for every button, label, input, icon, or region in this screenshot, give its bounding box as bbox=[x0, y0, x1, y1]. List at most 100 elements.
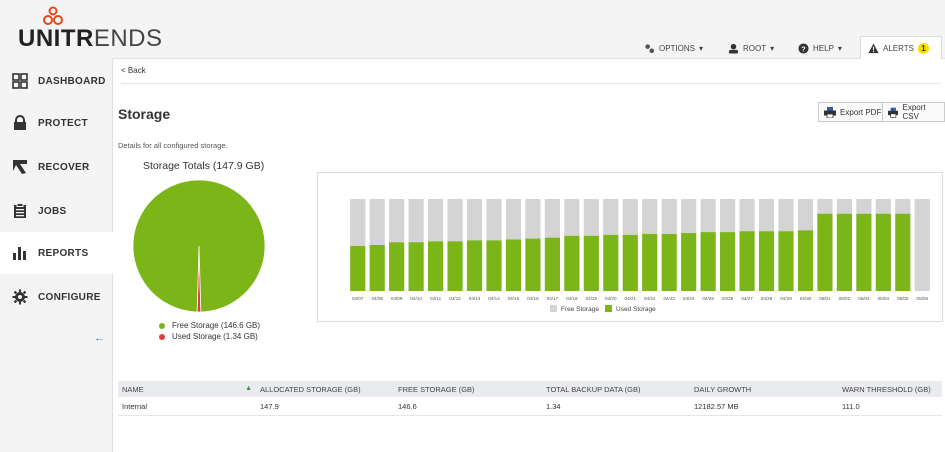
x-tick-label: 04/22 bbox=[644, 296, 656, 301]
cell-free: 146.6 bbox=[394, 397, 542, 416]
bar-used-storage bbox=[369, 245, 385, 291]
sidebar-item-jobs[interactable]: JOBS bbox=[0, 190, 112, 232]
bar-free-storage bbox=[817, 199, 833, 214]
bar-used-storage bbox=[525, 238, 541, 291]
bar-free-storage bbox=[642, 199, 658, 234]
root-user-menu[interactable]: ROOT ▾ bbox=[728, 40, 774, 56]
bar-free-storage bbox=[369, 199, 385, 245]
table-header-row: NAME ▲ ALLOCATED STORAGE (GB) FREE STORAG… bbox=[118, 381, 942, 397]
column-header-free[interactable]: FREE STORAGE (GB) bbox=[394, 381, 542, 397]
divider bbox=[121, 83, 941, 84]
x-tick-label: 05/03 bbox=[858, 296, 870, 301]
legend-swatch-free bbox=[550, 305, 557, 312]
bar-free-storage bbox=[583, 199, 599, 236]
chevron-down-icon: ▾ bbox=[770, 43, 775, 53]
x-tick-label: 04/25 bbox=[702, 296, 714, 301]
bar-free-storage bbox=[836, 199, 852, 214]
column-header-total-backup[interactable]: TOTAL BACKUP DATA (GB) bbox=[542, 381, 690, 397]
user-icon bbox=[728, 43, 739, 54]
column-header-allocated[interactable]: ALLOCATED STORAGE (GB) bbox=[256, 381, 394, 397]
bar-used-storage bbox=[875, 213, 891, 291]
help-label: HELP bbox=[813, 43, 834, 53]
bar-used-storage bbox=[603, 234, 619, 291]
bar-used-storage bbox=[700, 232, 716, 291]
x-tick-label: 04/26 bbox=[722, 296, 734, 301]
pie-legend-item: Used Storage (1.34 GB) bbox=[159, 331, 260, 342]
bar-free-storage bbox=[389, 199, 405, 243]
bar-used-storage bbox=[661, 233, 677, 291]
sidebar-item-protect[interactable]: PROTECT bbox=[0, 102, 112, 144]
sidebar-item-configure[interactable]: CONFIGURE bbox=[0, 276, 112, 318]
bar-free-storage bbox=[564, 199, 580, 236]
x-tick-label: 04/08 bbox=[371, 296, 383, 301]
x-tick-label: 04/13 bbox=[469, 296, 481, 301]
table-row[interactable]: Internal 147.9 146.6 1.34 12182.57 MB 11… bbox=[118, 397, 942, 416]
x-tick-label: 04/16 bbox=[527, 296, 539, 301]
bar-used-storage bbox=[466, 240, 483, 291]
sidebar-item-recover[interactable]: RECOVER bbox=[0, 146, 112, 188]
export-pdf-label: Export PDF bbox=[840, 107, 882, 117]
collapse-sidebar-icon[interactable]: ← bbox=[94, 332, 105, 344]
storage-history-bar-chart: 04/07 04/08 04/09 04/10 04/11 04/12 04/13 04/14… bbox=[317, 172, 943, 322]
column-header-daily-growth[interactable]: DAILY GROWTH bbox=[690, 381, 838, 397]
x-tick-label: 04/30 bbox=[800, 296, 812, 301]
recover-arrow-icon bbox=[13, 160, 27, 174]
column-header-warn-threshold[interactable]: WARN THRESHOLD (GB) bbox=[838, 381, 942, 397]
bar-used-storage bbox=[797, 230, 814, 291]
x-tick-label: 04/27 bbox=[741, 296, 753, 301]
bar-used-storage bbox=[583, 235, 599, 291]
red-dot-icon bbox=[159, 333, 165, 340]
alerts-count-badge: 1 bbox=[917, 42, 929, 54]
bar-used-storage bbox=[836, 213, 852, 291]
bar-free-storage bbox=[914, 199, 930, 291]
x-tick-label: 04/21 bbox=[625, 296, 637, 301]
brand-name-bold: UNITR bbox=[18, 25, 94, 52]
chevron-down-icon: ▾ bbox=[837, 43, 842, 53]
x-tick-label: 04/17 bbox=[547, 296, 559, 301]
pie-chart-title: Storage Totals (147.9 GB) bbox=[143, 160, 265, 172]
back-link[interactable]: < Back bbox=[121, 66, 146, 75]
x-tick-label: 04/18 bbox=[566, 296, 578, 301]
top-bar: UNITRENDS OPTIONS ▾ ROOT ▾ ? HELP ▾ ALER… bbox=[0, 0, 945, 59]
bar-used-storage bbox=[622, 234, 638, 291]
x-tick-label: 04/23 bbox=[663, 296, 675, 301]
sidebar-item-label: JOBS bbox=[38, 205, 67, 217]
bar-free-storage bbox=[350, 199, 366, 246]
bar-used-storage bbox=[856, 213, 872, 291]
main-content: < Back Storage Export PDF Export CSV Det… bbox=[113, 58, 945, 452]
bar-free-storage bbox=[856, 199, 872, 214]
sidebar-item-reports[interactable]: REPORTS bbox=[0, 232, 113, 274]
legend-swatch-used bbox=[605, 305, 612, 312]
sidebar: DASHBOARD PROTECT RECOVER JOBS REPORTS C… bbox=[0, 58, 113, 452]
help-menu[interactable]: ? HELP ▾ bbox=[798, 40, 842, 56]
grid-icon bbox=[12, 73, 28, 89]
export-csv-button[interactable]: Export CSV bbox=[882, 102, 945, 122]
x-tick-label: 04/20 bbox=[605, 296, 617, 301]
sort-asc-icon: ▲ bbox=[245, 384, 252, 392]
pie-legend-label: Used Storage (1.34 GB) bbox=[172, 332, 258, 341]
column-header-name[interactable]: NAME ▲ bbox=[118, 381, 256, 397]
x-tick-label: 04/28 bbox=[761, 296, 773, 301]
options-menu[interactable]: OPTIONS ▾ bbox=[644, 40, 703, 56]
x-tick-label: 05/01 bbox=[819, 296, 831, 301]
bar-svg: 04/07 04/08 04/09 04/10 04/11 04/12 04/13 04/14… bbox=[350, 199, 930, 313]
brand-name: UNITRENDS bbox=[18, 25, 163, 53]
sidebar-item-dashboard[interactable]: DASHBOARD bbox=[0, 60, 112, 102]
bar-used-storage bbox=[817, 213, 833, 291]
cell-daily-growth: 12182.57 MB bbox=[690, 397, 838, 416]
alerts-menu[interactable]: ALERTS 1 bbox=[868, 40, 929, 56]
x-tick-label: 04/19 bbox=[586, 296, 598, 301]
sidebar-item-label: CONFIGURE bbox=[38, 291, 101, 303]
options-label: OPTIONS bbox=[659, 43, 696, 53]
help-icon: ? bbox=[798, 42, 809, 54]
x-tick-label: 04/29 bbox=[780, 296, 792, 301]
export-pdf-button[interactable]: Export PDF bbox=[818, 102, 888, 122]
x-tick-label: 04/07 bbox=[352, 296, 364, 301]
legend-label-free: Free Storage bbox=[561, 306, 599, 313]
chevron-down-icon: ▾ bbox=[699, 43, 704, 53]
x-tick-label: 04/10 bbox=[410, 296, 422, 301]
page-subtitle: Details for all configured storage. bbox=[118, 141, 228, 150]
pie-legend: Free Storage (146.6 GB) Used Storage (1.… bbox=[159, 320, 260, 342]
bar-free-storage bbox=[700, 199, 716, 233]
unitrends-logo[interactable]: UNITRENDS bbox=[18, 6, 162, 54]
